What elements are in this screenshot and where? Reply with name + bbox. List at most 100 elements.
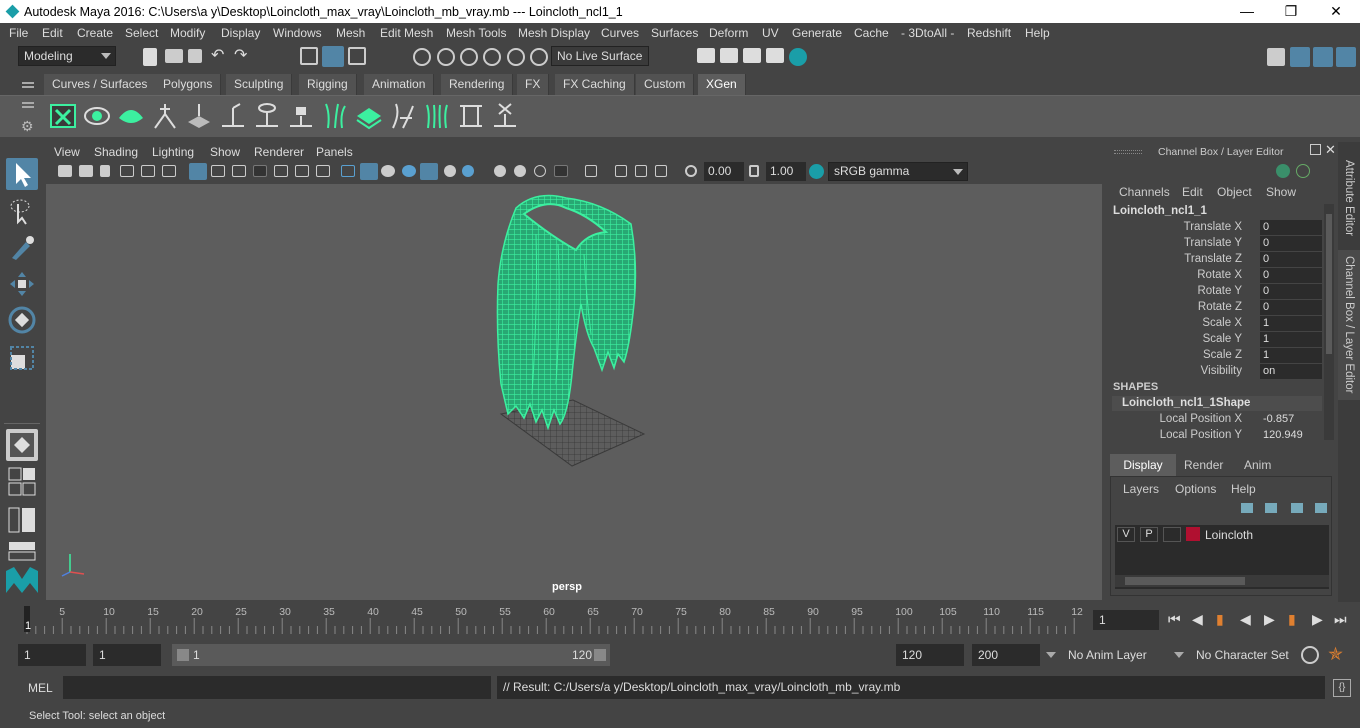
attribute-editor-toggle-icon[interactable] <box>1290 47 1310 67</box>
tab-polygons[interactable]: Polygons <box>155 74 222 95</box>
menu-windows[interactable]: Windows <box>273 26 322 40</box>
channel-value[interactable]: 0 <box>1260 268 1322 283</box>
channel-value[interactable]: -0.857 <box>1260 412 1322 427</box>
command-input[interactable] <box>63 676 491 699</box>
script-editor-icon[interactable]: {} <box>1333 679 1351 697</box>
channel-value[interactable]: 120.949 <box>1260 428 1322 443</box>
animation-start-field[interactable]: 1 <box>18 644 86 666</box>
channel-box-toggle-icon[interactable] <box>1336 47 1356 67</box>
playback-start-field[interactable]: 1 <box>93 644 161 666</box>
channel-row[interactable]: Visibility on <box>1106 364 1322 380</box>
scene-canvas[interactable] <box>46 184 1102 600</box>
select-object-icon[interactable] <box>322 46 344 67</box>
panel-menu-renderer[interactable]: Renderer <box>254 145 304 159</box>
lasso-tool-icon[interactable] <box>6 196 38 228</box>
close-button[interactable]: ✕ <box>1313 0 1359 23</box>
tab-display-layers[interactable]: Display <box>1110 454 1176 476</box>
tool-settings-toggle-icon[interactable] <box>1313 47 1333 67</box>
layer-list-hscrollbar[interactable] <box>1115 575 1329 587</box>
menu-edit[interactable]: Edit <box>42 26 63 40</box>
channel-row[interactable]: Translate Z 0 <box>1106 252 1322 268</box>
render-view-icon[interactable] <box>697 48 715 63</box>
wireframe-on-shaded-icon[interactable] <box>381 165 395 177</box>
channel-value[interactable]: 1 <box>1260 316 1322 331</box>
snap-surface-icon[interactable] <box>507 48 525 66</box>
tab-channel-box-layer-editor[interactable]: Channel Box / Layer Editor <box>1338 250 1360 400</box>
animation-end-field[interactable]: 200 <box>972 644 1040 666</box>
screen-space-ao-icon[interactable] <box>494 165 506 177</box>
make-live-icon[interactable] <box>530 48 548 66</box>
viewport-scene[interactable]: persp <box>46 184 1102 600</box>
redo-icon[interactable]: ↷ <box>234 48 252 67</box>
shelf-options-icon[interactable] <box>22 102 34 104</box>
rotate-tool-icon[interactable] <box>6 304 38 336</box>
gate-mask-icon[interactable] <box>253 165 267 177</box>
menu-curves[interactable]: Curves <box>601 26 639 40</box>
channel-row[interactable]: Scale X 1 <box>1106 316 1322 332</box>
mode-dropdown[interactable]: Modeling <box>18 46 116 66</box>
scrollbar-thumb[interactable] <box>1125 577 1245 585</box>
menu-cache[interactable]: Cache <box>854 26 889 40</box>
shape-channel-row[interactable]: Local Position X -0.857 <box>1106 412 1322 428</box>
gamma-field[interactable]: 1.00 <box>766 162 806 181</box>
camera-bookmark-icon[interactable] <box>655 165 667 177</box>
ipr-render-icon[interactable] <box>743 48 761 63</box>
modeling-toolkit-icon[interactable] <box>1267 48 1285 66</box>
menu-select[interactable]: Select <box>125 26 158 40</box>
2d-pan-zoom-icon[interactable] <box>141 165 155 177</box>
exposure-icon[interactable] <box>685 165 697 177</box>
render-settings-icon[interactable] <box>766 48 784 63</box>
gear-icon[interactable]: ⚙ <box>21 118 34 135</box>
grid-toggle-icon[interactable] <box>189 163 207 180</box>
tab-curves-surfaces[interactable]: Curves / Surfaces <box>44 74 157 95</box>
chevron-down-icon[interactable] <box>1174 652 1184 658</box>
float-panel-icon[interactable] <box>1310 144 1321 155</box>
xgen-guide-to-curve-icon[interactable] <box>388 100 418 132</box>
tab-xgen[interactable]: XGen <box>698 74 746 95</box>
anti-aliasing-icon[interactable] <box>534 165 546 177</box>
safe-action-icon[interactable] <box>295 165 309 177</box>
layer-playback-toggle[interactable]: P <box>1140 527 1158 542</box>
maximize-button[interactable]: ❐ <box>1268 0 1314 23</box>
tab-animation[interactable]: Animation <box>364 74 435 95</box>
range-start-handle[interactable] <box>177 649 189 661</box>
move-layer-up-icon[interactable] <box>1241 503 1253 513</box>
channel-row[interactable]: Rotate Y 0 <box>1106 284 1322 300</box>
channel-box-gear-icon[interactable] <box>1276 164 1290 178</box>
grease-pencil-icon[interactable] <box>162 165 176 177</box>
xgen-guide-visibility-icon[interactable] <box>252 100 282 132</box>
character-set-dropdown[interactable]: No Character Set <box>1190 644 1292 666</box>
safe-title-icon[interactable] <box>316 165 330 177</box>
xray-active-icon[interactable] <box>635 165 647 177</box>
tab-anim-layers[interactable]: Anim <box>1244 458 1271 472</box>
render-current-icon[interactable] <box>720 48 738 63</box>
panel-drag-handle[interactable] <box>1114 150 1142 154</box>
channel-row[interactable]: Scale Z 1 <box>1106 348 1322 364</box>
maya-home-icon[interactable] <box>4 565 40 595</box>
channel-row[interactable]: Translate Y 0 <box>1106 236 1322 252</box>
tab-fx[interactable]: FX <box>517 74 550 95</box>
panel-menu-shading[interactable]: Shading <box>94 145 138 159</box>
xgen-guide-length-icon[interactable] <box>456 100 486 132</box>
select-camera-icon[interactable] <box>58 165 72 177</box>
menu-file[interactable]: File <box>9 26 28 40</box>
exposure-field[interactable]: 0.00 <box>704 162 744 181</box>
snap-view-plane-icon[interactable] <box>483 48 501 66</box>
script-language-label[interactable]: MEL <box>28 681 53 695</box>
xgen-clump-icon[interactable] <box>422 100 452 132</box>
tab-custom[interactable]: Custom <box>636 74 695 95</box>
step-back-frame-icon[interactable]: ▮ <box>1216 611 1224 628</box>
live-surface-field[interactable]: No Live Surface <box>551 46 649 66</box>
xray-joints-icon[interactable] <box>615 165 627 177</box>
film-gate-icon[interactable] <box>211 165 225 177</box>
hypershade-icon[interactable] <box>789 48 807 66</box>
wireframe-shading-icon[interactable] <box>341 165 355 177</box>
channel-box-scrollbar[interactable] <box>1324 204 1334 440</box>
xgen-editor-icon[interactable] <box>48 100 78 132</box>
graph-layout-icon[interactable] <box>8 541 36 561</box>
new-empty-layer-icon[interactable] <box>1291 503 1303 513</box>
xgen-guide-tool-icon[interactable] <box>218 100 248 132</box>
use-all-lights-icon[interactable] <box>444 165 456 177</box>
xgen-add-guide-icon[interactable] <box>150 100 180 132</box>
time-slider[interactable]: 5 10 15 20 25 30 35 40 45 50 55 60 65 70 75 80 85 90 95 100… <box>18 604 1086 634</box>
